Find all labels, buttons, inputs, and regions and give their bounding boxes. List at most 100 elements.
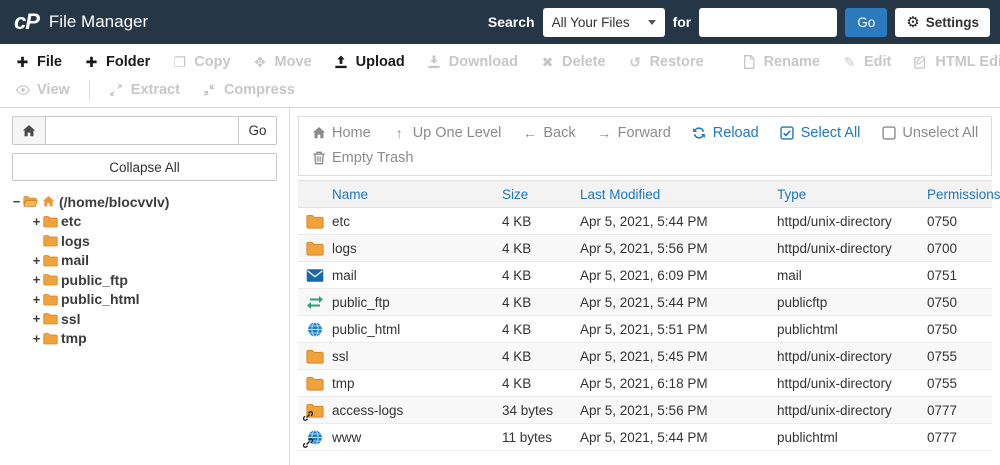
nav-unselect-all-button[interactable]: Unselect All	[881, 125, 978, 141]
column-header-permissions[interactable]: Permissions	[927, 187, 1000, 202]
tree-expander[interactable]: +	[30, 272, 43, 287]
file-name: etc	[332, 213, 351, 229]
compress-icon	[202, 83, 217, 98]
reload-icon	[692, 126, 707, 141]
cpanel-logo[interactable]: cP	[14, 9, 40, 35]
table-row-etc[interactable]: etc 4 KB Apr 5, 2021, 5:44 PM httpd/unix-di…	[298, 208, 992, 235]
file-modified: Apr 5, 2021, 5:56 PM	[580, 402, 708, 418]
tree-label: mail	[61, 252, 90, 269]
table-row-ssl[interactable]: ssl 4 KB Apr 5, 2021, 5:45 PM httpd/unix-di…	[298, 343, 992, 370]
toolbar-rename-button[interactable]: Rename	[731, 50, 831, 74]
tree-item-etc[interactable]: + etc	[0, 212, 289, 232]
tree-label: public_html	[61, 291, 140, 308]
file-icon-cell	[298, 214, 332, 229]
nav-row: Home ↑ Up One Level ← Back → Forward Reload Sele…	[311, 125, 979, 141]
page-title: File Manager	[48, 12, 149, 31]
folder-open-icon	[23, 194, 38, 209]
tree-expander[interactable]: −	[10, 194, 23, 209]
nav-back-button[interactable]: ← Back	[522, 125, 576, 141]
nav-up-one-level-button[interactable]: ↑ Up One Level	[392, 125, 502, 141]
tree-item-home-blocvvlv[interactable]: − (/home/blocvvlv)	[0, 192, 289, 212]
toolbar-restore-button[interactable]: ↺ Restore	[617, 50, 715, 74]
html-icon	[913, 55, 928, 70]
nav-reload-button[interactable]: Reload	[692, 125, 759, 141]
empty-trash-button[interactable]: Empty Trash	[311, 150, 413, 166]
nav-label: Back	[543, 125, 576, 141]
nav-select-all-button[interactable]: Select All	[780, 125, 861, 141]
file-name: www	[332, 429, 362, 445]
table-row-logs[interactable]: logs 4 KB Apr 5, 2021, 5:56 PM httpd/unix-d…	[298, 235, 992, 262]
file-modified: Apr 5, 2021, 5:51 PM	[580, 321, 708, 337]
tree-item-public-ftp[interactable]: + public_ftp	[0, 270, 289, 290]
left-icon: ←	[522, 125, 537, 141]
toolbar-view-button[interactable]: View	[4, 78, 81, 102]
toolbar-download-button[interactable]: Download	[416, 50, 529, 74]
file-size: 4 KB	[502, 213, 532, 229]
toolbar-html-editor-button[interactable]: HTML Editor	[902, 50, 1000, 74]
tree-expander[interactable]: +	[30, 292, 43, 307]
folder-icon	[303, 403, 324, 421]
table-row-public-html[interactable]: public_html 4 KB Apr 5, 2021, 5:51 PM publi…	[298, 316, 992, 343]
file-permissions: 0777	[927, 429, 958, 445]
tree-item-ssl[interactable]: + ssl	[0, 309, 289, 329]
search-input[interactable]	[699, 7, 838, 37]
toolbar-move-button[interactable]: ✥ Move	[242, 50, 323, 74]
tree-expander[interactable]: +	[30, 311, 43, 326]
nav-forward-button[interactable]: → Forward	[597, 125, 671, 141]
column-header-size[interactable]: Size	[502, 187, 580, 202]
nav-label: Forward	[617, 125, 671, 141]
column-header-name[interactable]: Name	[332, 187, 502, 202]
envelope-icon	[306, 268, 324, 283]
settings-button[interactable]: ⚙ Settings	[895, 7, 990, 37]
tree-item-mail[interactable]: + mail	[0, 251, 289, 271]
table-row-access-logs[interactable]: access-logs 34 bytes Apr 5, 2021, 5:56 PM h…	[298, 397, 992, 424]
extract-icon	[109, 83, 124, 98]
toolbar-file-button[interactable]: ✚ File	[4, 50, 73, 74]
path-search-row: Go	[0, 116, 289, 145]
file-icon	[742, 55, 757, 70]
column-header-last-modified[interactable]: Last Modified	[580, 187, 777, 202]
table-row-mail[interactable]: mail 4 KB Apr 5, 2021, 6:09 PM mail 0751	[298, 262, 992, 289]
nav-home-button[interactable]: Home	[311, 125, 371, 141]
symlink-icon	[303, 437, 313, 448]
tree-item-logs[interactable]: logs	[0, 231, 289, 251]
toolbar-label: HTML Editor	[935, 54, 1000, 70]
toolbar-folder-button[interactable]: ✚ Folder	[73, 50, 161, 74]
folder-icon	[306, 349, 324, 364]
toolbar-compress-button[interactable]: Compress	[191, 78, 306, 102]
nav-label: Home	[332, 125, 371, 141]
collapse-all-button[interactable]: Collapse All	[12, 153, 277, 181]
move-icon: ✥	[254, 54, 266, 70]
search-go-button[interactable]: Go	[845, 7, 888, 37]
chevron-down-icon	[647, 19, 656, 25]
file-icon-cell	[298, 295, 332, 310]
tree-item-public-html[interactable]: + public_html	[0, 290, 289, 310]
sidebar-home-button[interactable]	[12, 116, 45, 145]
table-row-public-ftp[interactable]: public_ftp 4 KB Apr 5, 2021, 5:44 PM public…	[298, 289, 992, 316]
file-permissions: 0755	[927, 348, 958, 364]
search-scope-select[interactable]: All Your Files	[542, 7, 665, 37]
toolbar-copy-button[interactable]: ❐ Copy	[161, 50, 241, 74]
nav-label: Select All	[800, 125, 861, 141]
toolbar-edit-button[interactable]: ✎ Edit	[831, 50, 902, 74]
table-row-tmp[interactable]: tmp 4 KB Apr 5, 2021, 6:18 PM httpd/unix-di…	[298, 370, 992, 397]
tree-expander[interactable]: +	[30, 253, 43, 268]
file-permissions: 0750	[927, 321, 958, 337]
toolbar-delete-button[interactable]: ✖ Delete	[529, 50, 617, 74]
tree-expander[interactable]: +	[30, 214, 43, 229]
home-orange-icon	[41, 194, 56, 209]
tree-item-tmp[interactable]: + tmp	[0, 329, 289, 349]
column-header-type[interactable]: Type	[777, 187, 927, 202]
path-input[interactable]	[45, 116, 239, 145]
file-permissions: 0750	[927, 213, 958, 229]
tree-expander[interactable]: +	[30, 331, 43, 346]
folder-icon	[43, 292, 58, 307]
toolbar-upload-button[interactable]: Upload	[323, 50, 416, 74]
table-row-www[interactable]: www 11 bytes Apr 5, 2021, 5:44 PM publichtm…	[298, 424, 992, 451]
search-scope-value: All Your Files	[551, 14, 630, 30]
path-go-button[interactable]: Go	[239, 116, 277, 145]
toolbar-extract-button[interactable]: Extract	[98, 78, 191, 102]
tree-label: (/home/blocvvlv)	[59, 193, 170, 210]
file-modified: Apr 5, 2021, 5:45 PM	[580, 348, 708, 364]
file-size: 4 KB	[502, 375, 532, 391]
